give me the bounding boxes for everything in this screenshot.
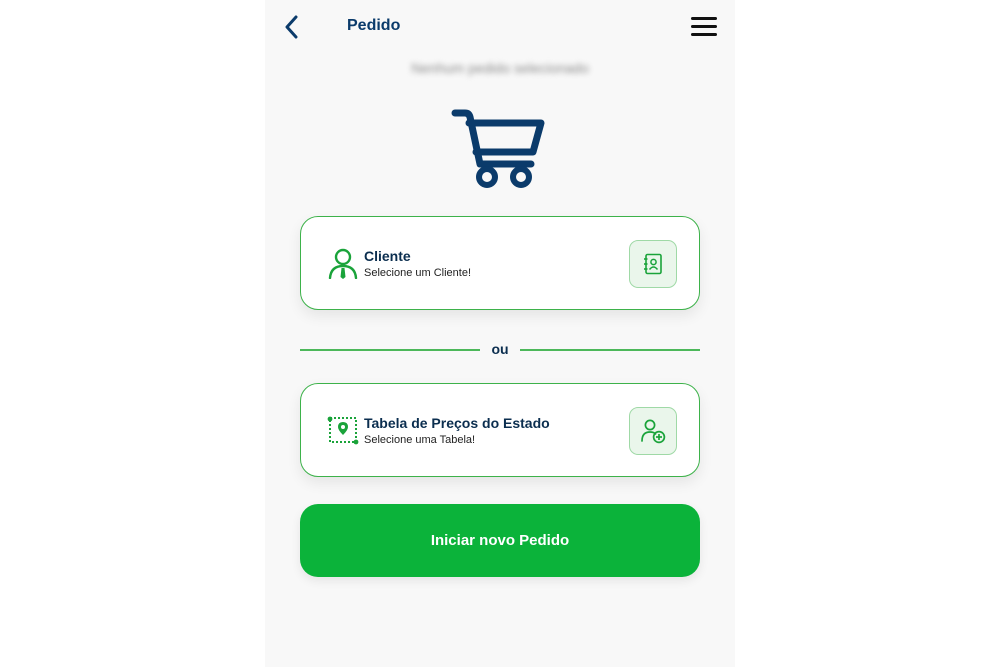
map-route-icon	[327, 416, 359, 445]
separator-text: ou	[491, 341, 509, 357]
chevron-left-icon	[285, 15, 298, 39]
client-card-title: Cliente	[364, 248, 411, 264]
contact-book-icon	[644, 253, 662, 275]
separator-line	[300, 349, 480, 351]
price-table-card-title: Tabela de Preços do Estado	[364, 415, 550, 431]
price-table-selector-card[interactable]: Tabela de Preços do Estado Selecione uma…	[300, 383, 700, 477]
start-new-order-button[interactable]: Iniciar novo Pedido	[300, 504, 700, 577]
client-selector-card[interactable]: Cliente Selecione um Cliente!	[300, 216, 700, 310]
add-user-icon	[641, 419, 666, 444]
price-table-card-subtitle: Selecione uma Tabela!	[364, 434, 476, 446]
separator-line	[520, 349, 700, 351]
back-button[interactable]	[279, 12, 305, 42]
top-bar: Pedido	[265, 0, 735, 56]
shopping-cart-icon	[451, 109, 545, 188]
select-client-button[interactable]	[629, 240, 677, 288]
or-separator: ou	[300, 338, 700, 360]
select-price-table-button[interactable]	[629, 407, 677, 455]
hamburger-menu-icon	[691, 17, 717, 20]
client-card-subtitle: Selecione um Cliente!	[364, 267, 472, 279]
menu-button[interactable]	[689, 14, 719, 40]
order-status-text: Nenhum pedido selecionado	[411, 60, 589, 76]
hamburger-menu-icon	[691, 33, 717, 36]
hamburger-menu-icon	[691, 25, 717, 28]
app-screen: Pedido Nenhum pedido selecionado Cliente…	[265, 0, 735, 667]
page-title: Pedido	[347, 17, 401, 34]
user-tie-icon	[328, 248, 358, 279]
